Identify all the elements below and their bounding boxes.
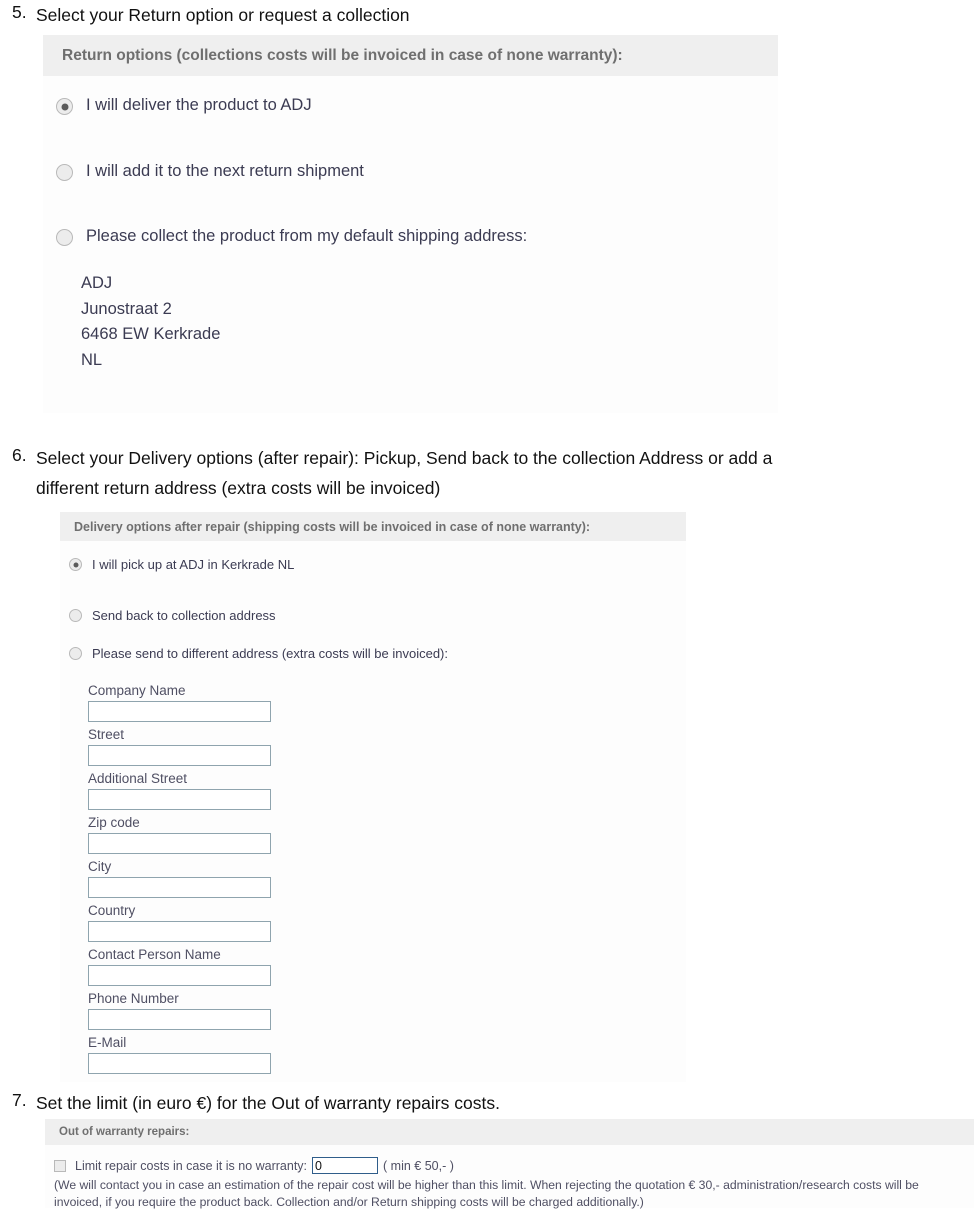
checkbox-icon-limit-repair-costs[interactable] — [54, 1160, 66, 1172]
step-5-number: 5. — [0, 0, 36, 25]
return-option-label-2: Please collect the product from my defau… — [86, 225, 527, 247]
radio-icon-delivery-pickup[interactable] — [69, 558, 82, 571]
return-option-collect-default-address[interactable]: Please collect the product from my defau… — [56, 225, 527, 247]
step-7: 7. Set the limit (in euro €) for the Out… — [0, 1088, 700, 1118]
address-street: Junostraat 2 — [81, 297, 220, 323]
return-options-header: Return options (collections costs will b… — [43, 35, 778, 76]
zip-code-field[interactable] — [88, 833, 271, 854]
return-option-label-0: I will deliver the product to ADJ — [86, 94, 312, 116]
address-city-line: 6468 EW Kerkrade — [81, 322, 220, 348]
phone-number-field[interactable] — [88, 1009, 271, 1030]
step-6-text: Select your Delivery options (after repa… — [36, 443, 772, 503]
address-company: ADJ — [81, 271, 220, 297]
return-option-next-shipment[interactable]: I will add it to the next return shipmen… — [56, 160, 364, 182]
address-country: NL — [81, 348, 220, 374]
radio-icon-delivery-different-address[interactable] — [69, 647, 82, 660]
limit-repair-costs-row: Limit repair costs in case it is no warr… — [54, 1157, 454, 1174]
delivery-options-panel: Delivery options after repair (shipping … — [60, 512, 686, 1082]
radio-icon-return-collect[interactable] — [56, 229, 73, 246]
step-5-text: Select your Return option or request a c… — [36, 0, 410, 30]
delivery-option-label-0: I will pick up at ADJ in Kerkrade NL — [92, 556, 294, 573]
out-of-warranty-note: (We will contact you in case an estimati… — [54, 1177, 974, 1210]
label-city: City — [88, 858, 274, 876]
step-5: 5. Select your Return option or request … — [0, 0, 700, 30]
label-email: E-Mail — [88, 1034, 274, 1052]
out-of-warranty-note-line-1: (We will contact you in case an estimati… — [54, 1177, 974, 1194]
return-option-label-1: I will add it to the next return shipmen… — [86, 160, 364, 182]
step-6-line-2: different return address (extra costs wi… — [36, 473, 772, 503]
step-7-number: 7. — [0, 1088, 36, 1113]
delivery-options-header-label: Delivery options after repair (shipping … — [74, 520, 590, 534]
street-field[interactable] — [88, 745, 271, 766]
delivery-option-pickup[interactable]: I will pick up at ADJ in Kerkrade NL — [69, 556, 294, 573]
step-6-number: 6. — [0, 443, 36, 468]
step-6: 6. Select your Delivery options (after r… — [0, 443, 950, 503]
company-name-field[interactable] — [88, 701, 271, 722]
out-of-warranty-header-label: Out of warranty repairs: — [59, 1126, 189, 1138]
default-shipping-address: ADJ Junostraat 2 6468 EW Kerkrade NL — [81, 271, 220, 373]
label-country: Country — [88, 902, 274, 920]
city-field[interactable] — [88, 877, 271, 898]
return-options-header-label: Return options (collections costs will b… — [62, 47, 623, 65]
limit-minimum-hint: ( min € 50,- ) — [383, 1159, 454, 1173]
out-of-warranty-panel: Out of warranty repairs: Limit repair co… — [45, 1119, 974, 1208]
label-contact-person-name: Contact Person Name — [88, 946, 274, 964]
step-7-text: Set the limit (in euro €) for the Out of… — [36, 1088, 500, 1118]
radio-icon-delivery-send-back[interactable] — [69, 609, 82, 622]
out-of-warranty-header: Out of warranty repairs: — [45, 1119, 974, 1145]
label-company-name: Company Name — [88, 682, 274, 700]
label-additional-street: Additional Street — [88, 770, 274, 788]
delivery-option-label-1: Send back to collection address — [92, 607, 276, 624]
delivery-option-different-address[interactable]: Please send to different address (extra … — [69, 645, 448, 662]
contact-person-name-field[interactable] — [88, 965, 271, 986]
different-address-form: Company Name Street Additional Street Zi… — [88, 682, 274, 1078]
return-options-panel: Return options (collections costs will b… — [43, 35, 778, 413]
delivery-option-label-2: Please send to different address (extra … — [92, 645, 448, 662]
delivery-options-header: Delivery options after repair (shipping … — [60, 512, 686, 541]
radio-icon-return-next-shipment[interactable] — [56, 164, 73, 181]
limit-amount-field[interactable] — [312, 1157, 378, 1174]
country-field[interactable] — [88, 921, 271, 942]
step-6-line-1: Select your Delivery options (after repa… — [36, 443, 772, 473]
label-phone-number: Phone Number — [88, 990, 274, 1008]
label-zip-code: Zip code — [88, 814, 274, 832]
radio-icon-return-deliver[interactable] — [56, 98, 73, 115]
limit-repair-costs-label: Limit repair costs in case it is no warr… — [75, 1159, 307, 1173]
additional-street-field[interactable] — [88, 789, 271, 810]
email-field[interactable] — [88, 1053, 271, 1074]
return-option-deliver-to-adj[interactable]: I will deliver the product to ADJ — [56, 94, 312, 116]
label-street: Street — [88, 726, 274, 744]
delivery-option-send-back[interactable]: Send back to collection address — [69, 607, 276, 624]
